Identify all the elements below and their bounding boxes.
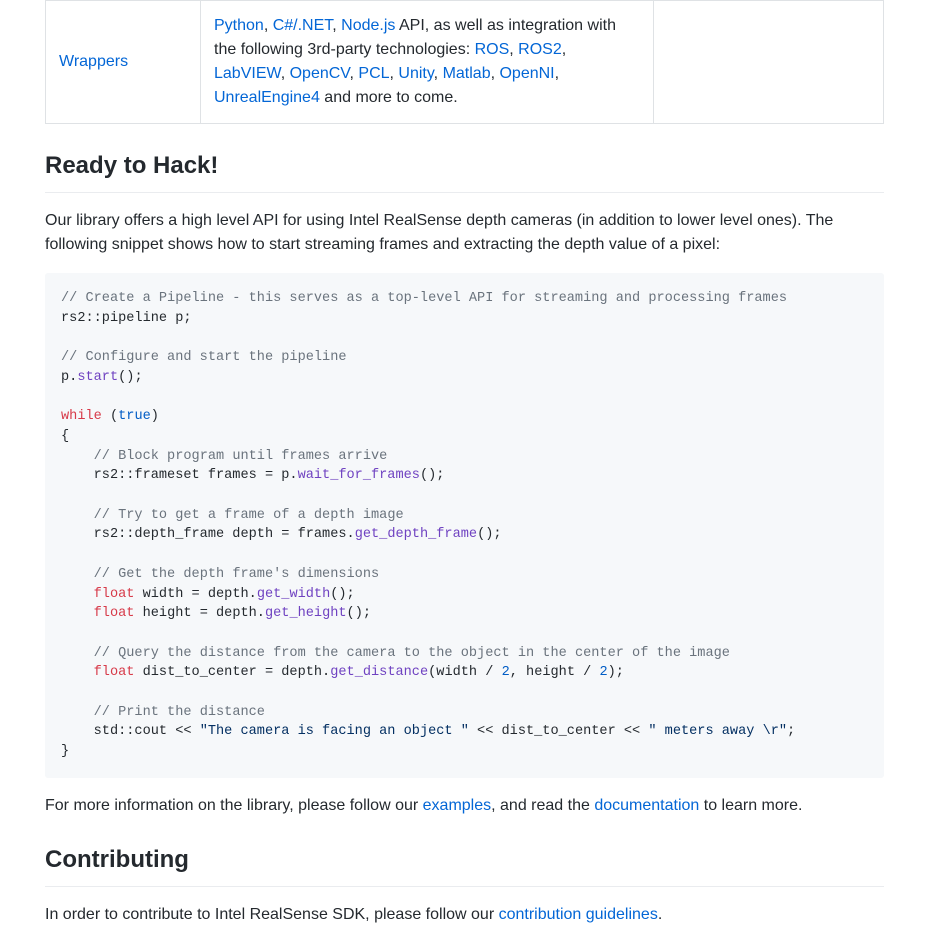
- code-text: );: [608, 665, 624, 680]
- desc-suffix: and more to come.: [320, 89, 458, 106]
- code-comment: // Print the distance: [94, 705, 265, 720]
- opencv-link[interactable]: OpenCV: [290, 65, 350, 82]
- wrappers-table: Wrappers Python, C#/.NET, Node.js API, a…: [45, 0, 884, 124]
- ros2-link[interactable]: ROS2: [518, 41, 562, 58]
- ready-to-hack-heading: Ready to Hack!: [45, 148, 884, 193]
- more-info-suffix: to learn more.: [699, 797, 802, 814]
- code-text: << dist_to_center <<: [469, 724, 648, 739]
- code-text: ();: [477, 527, 501, 542]
- code-constant: 2: [502, 665, 510, 680]
- csharp-link[interactable]: C#/.NET: [273, 17, 333, 34]
- code-keyword: float: [94, 665, 135, 680]
- code-text: ;: [787, 724, 795, 739]
- code-function: get_height: [265, 606, 347, 621]
- code-comment: // Try to get a frame of a depth image: [94, 508, 404, 523]
- code-constant: 2: [599, 665, 607, 680]
- code-text: (: [102, 409, 118, 424]
- nodejs-link[interactable]: Node.js: [341, 17, 395, 34]
- more-info-prefix: For more information on the library, ple…: [45, 797, 423, 814]
- sep: ,: [562, 41, 566, 58]
- intro-paragraph: Our library offers a high level API for …: [45, 209, 884, 257]
- unrealengine-link[interactable]: UnrealEngine4: [214, 89, 320, 106]
- sep: ,: [434, 65, 443, 82]
- sep: ,: [264, 17, 273, 34]
- contributing-heading: Contributing: [45, 842, 884, 887]
- code-keyword: float: [94, 587, 135, 602]
- ros-link[interactable]: ROS: [475, 41, 510, 58]
- code-comment: // Configure and start the pipeline: [61, 350, 347, 365]
- code-text: dist_to_center = depth.: [134, 665, 330, 680]
- code-text: rs2::depth_frame depth = frames.: [61, 527, 355, 542]
- code-line: rs2::pipeline p;: [61, 311, 192, 326]
- code-function: get_width: [257, 587, 330, 602]
- code-text: rs2::frameset frames = p.: [61, 468, 298, 483]
- code-text: ();: [330, 587, 354, 602]
- matlab-link[interactable]: Matlab: [443, 65, 491, 82]
- contributing-paragraph: In order to contribute to Intel RealSens…: [45, 903, 884, 927]
- sep: ,: [281, 65, 290, 82]
- python-link[interactable]: Python: [214, 17, 264, 34]
- sep: ,: [555, 65, 559, 82]
- wrappers-link[interactable]: Wrappers: [59, 53, 128, 70]
- contrib-suffix: .: [658, 906, 662, 923]
- wrappers-cell-desc: Python, C#/.NET, Node.js API, as well as…: [201, 1, 654, 124]
- code-text: p.: [61, 370, 77, 385]
- unity-link[interactable]: Unity: [398, 65, 433, 82]
- code-comment: // Create a Pipeline - this serves as a …: [61, 291, 787, 306]
- code-function: get_depth_frame: [355, 527, 477, 542]
- code-text: ();: [118, 370, 142, 385]
- code-text: (width /: [428, 665, 501, 680]
- code-block: // Create a Pipeline - this serves as a …: [45, 273, 884, 778]
- code-text: , height /: [510, 665, 600, 680]
- code-constant: true: [118, 409, 151, 424]
- code-text: ): [151, 409, 159, 424]
- openni-link[interactable]: OpenNI: [499, 65, 554, 82]
- more-info-mid: , and read the: [491, 797, 594, 814]
- code-comment: // Get the depth frame's dimensions: [94, 567, 380, 582]
- code-comment: // Query the distance from the camera to…: [94, 646, 730, 661]
- code-text: }: [61, 744, 69, 759]
- code-text: width = depth.: [134, 587, 256, 602]
- code-text: height = depth.: [134, 606, 265, 621]
- code-keyword: float: [94, 606, 135, 621]
- code-string: "The camera is facing an object ": [200, 724, 469, 739]
- code-text: std::cout <<: [61, 724, 200, 739]
- code-function: get_distance: [330, 665, 428, 680]
- code-text: ();: [347, 606, 371, 621]
- documentation-link[interactable]: documentation: [594, 797, 699, 814]
- code-function: start: [77, 370, 118, 385]
- code-keyword: while: [61, 409, 102, 424]
- wrappers-cell-empty: [654, 1, 884, 124]
- code-comment: // Block program until frames arrive: [94, 449, 388, 464]
- contribution-guidelines-link[interactable]: contribution guidelines: [499, 906, 658, 923]
- sep: ,: [332, 17, 341, 34]
- table-row: Wrappers Python, C#/.NET, Node.js API, a…: [46, 1, 884, 124]
- code-function: wait_for_frames: [298, 468, 420, 483]
- code-text: ();: [420, 468, 444, 483]
- more-info-paragraph: For more information on the library, ple…: [45, 794, 884, 818]
- wrappers-cell-label: Wrappers: [46, 1, 201, 124]
- code-string: " meters away \r": [648, 724, 787, 739]
- labview-link[interactable]: LabVIEW: [214, 65, 281, 82]
- examples-link[interactable]: examples: [423, 797, 491, 814]
- contrib-prefix: In order to contribute to Intel RealSens…: [45, 906, 499, 923]
- sep: ,: [509, 41, 518, 58]
- pcl-link[interactable]: PCL: [358, 65, 389, 82]
- code-text: {: [61, 429, 69, 444]
